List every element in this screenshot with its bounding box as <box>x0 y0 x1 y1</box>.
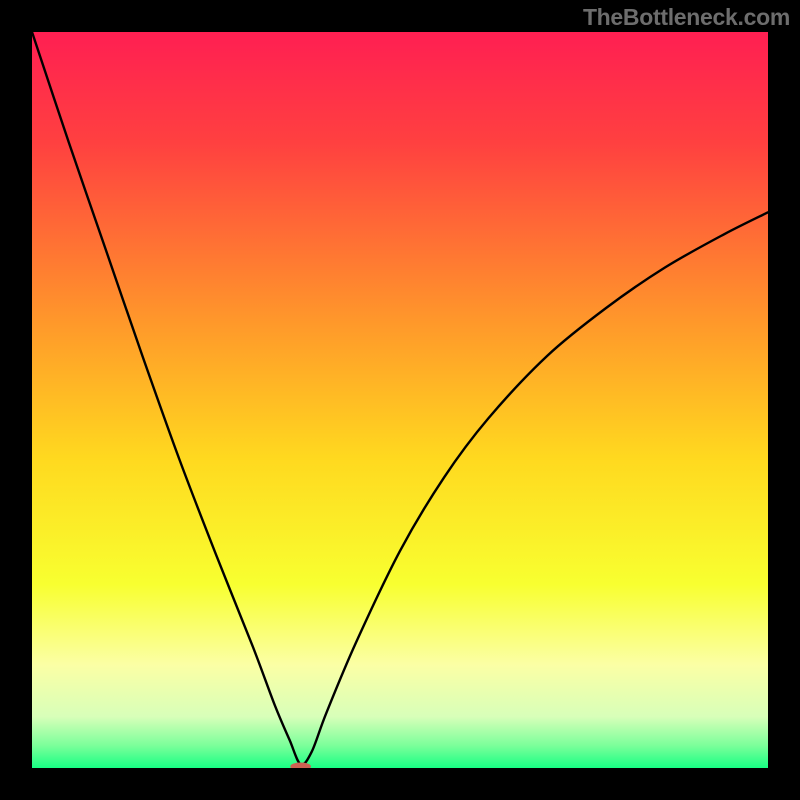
chart-svg <box>32 32 768 768</box>
plot-area <box>32 32 768 768</box>
chart-container: TheBottleneck.com <box>0 0 800 800</box>
attribution-text: TheBottleneck.com <box>583 4 790 31</box>
gradient-background <box>32 32 768 768</box>
